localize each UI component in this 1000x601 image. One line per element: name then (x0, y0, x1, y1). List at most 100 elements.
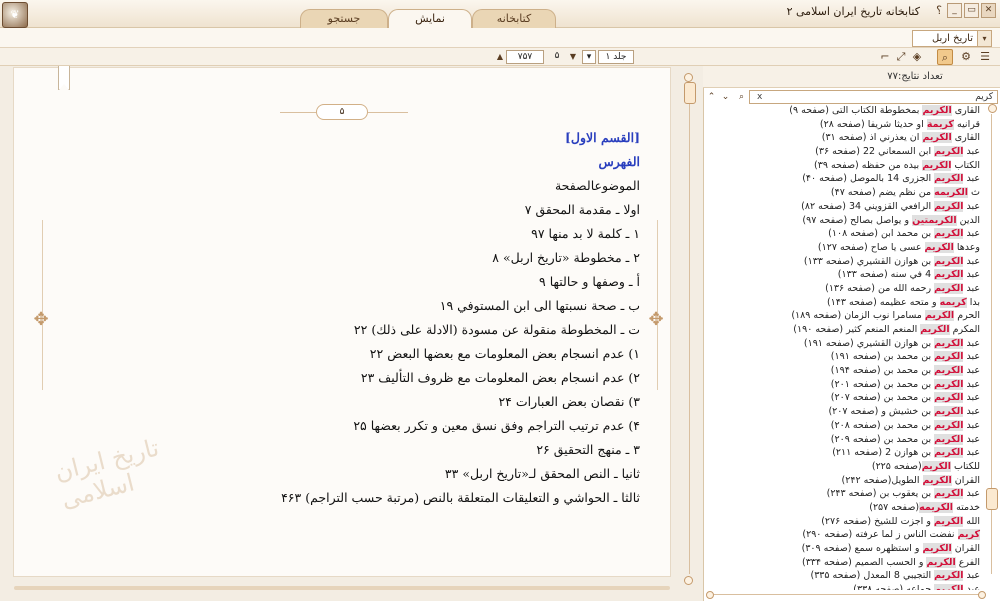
volume-select[interactable]: جلد ۱ (598, 50, 634, 64)
result-prefix: عبد (963, 488, 980, 500)
toc-line[interactable]: ۴) عدم ترتيب التراجم وفق نسق معين و تكرر… (220, 414, 640, 438)
result-item[interactable]: قرانيه كريمة او حديثا شريفا (صفحه ۲۸) (704, 118, 986, 132)
result-item[interactable]: عبد الكريم بن يعقوب بن (صفحه ۲۴۳) (704, 487, 986, 501)
result-highlight: الكريم (934, 255, 964, 267)
result-item[interactable]: عبد الكريم الجزرى 14 بالموصل (صفحه ۴۰) (704, 172, 986, 186)
result-item[interactable]: عبد الكريم بن محمد بن (صفحه ۱۹۴) (704, 364, 986, 378)
search-icon[interactable]: ⌕ (735, 90, 748, 104)
scroll-track[interactable] (714, 594, 980, 595)
result-item[interactable]: المكرم الكريم المنعم المنعم كثير (صفحه ۱… (704, 323, 986, 337)
result-item[interactable]: عبد الكريم بن خشيش و (صفحه ۲۰۷) (704, 405, 986, 419)
result-item[interactable]: عبد الكريم بن محمد ابن (صفحه ۱۰۸) (704, 227, 986, 241)
result-suffix: بن هوازن القشيري (صفحه ۱۹۱) (803, 337, 935, 349)
clear-icon[interactable]: x (757, 90, 767, 104)
result-prefix: عبد (963, 228, 980, 240)
horizontal-scrollbar[interactable] (14, 586, 670, 590)
result-item[interactable]: الدين الكريمتين و يواصل بصالح (صفحه ۹۷) (704, 214, 986, 228)
result-item[interactable]: عبد الكريم جماعه (صفحه ۳۳۸) (704, 583, 986, 590)
result-item[interactable]: عبد الكريم التجيبي 8 المعدل (صفحه ۳۳۵) (704, 569, 986, 583)
toc-line[interactable]: ثالثا ـ الحواشي و التعليقات المتعلقة بال… (220, 486, 640, 510)
search-icon[interactable]: ⌕ (937, 49, 953, 65)
chevron-down-icon[interactable]: ⌄ (719, 90, 732, 104)
result-item[interactable]: عبد الكريم بن محمد بن (صفحه ۲۰۹) (704, 433, 986, 447)
page-bookmark-icon[interactable] (58, 66, 70, 90)
result-suffix: بن محمد بن (صفحه ۲۰۷) (830, 392, 935, 404)
results-header: تعداد نتایج:۷۷ (703, 66, 1000, 88)
toc-line[interactable]: ۱) عدم انسجام بعض المعلومات مع بعضها الب… (220, 342, 640, 366)
result-item[interactable]: عبد الكريم بن محمد بن (صفحه ۲۰۸) (704, 419, 986, 433)
page-input[interactable]: ۵ (548, 50, 566, 64)
result-item[interactable]: وعدها الكريم عسى يا صاح (صفحه ۱۲۷) (704, 241, 986, 255)
toc-line[interactable]: ۲) عدم انسجام بعض المعلومات مع ظروف التأ… (220, 366, 640, 390)
tab-library[interactable]: کتابخانه (472, 9, 556, 28)
toc-line[interactable]: ۲ ـ مخطوطة «تاريخ اربل» ۸ (220, 246, 640, 270)
result-prefix: عبد (963, 584, 980, 590)
result-suffix: او حديثا شريفا (صفحه ۲۸) (819, 118, 927, 130)
result-item[interactable]: القران الكريم و استظهره سمع (صفحه ۳۰۹) (704, 542, 986, 556)
result-item[interactable]: القارى الكريم ان يعذرني اذ (صفحه ۳۱) (704, 131, 986, 145)
result-item[interactable]: عبد الكريم بن هوازن القشيري (صفحه ۱۹۱) (704, 337, 986, 351)
results-horizontal-scrollbar[interactable] (706, 591, 986, 599)
result-item[interactable]: عبد الكريم بن هوازن القشيري (صفحه ۱۳۳) (704, 255, 986, 269)
tab-search[interactable]: جستجو (300, 9, 388, 28)
toc-line[interactable]: ت ـ المخطوطة منقولة عن مسودة (الادلة على… (220, 318, 640, 342)
result-search-input[interactable]: کریم (749, 90, 998, 104)
result-item[interactable]: بدا كريمه و متحه عظيمه (صفحه ۱۴۳) (704, 296, 986, 310)
result-item[interactable]: عبد الكريم بن هوازن 2 (صفحه ۲۱۱) (704, 446, 986, 460)
result-item[interactable]: خدمته الكريمه(صفحه ۲۵۷) (704, 501, 986, 515)
result-prefix: عبد (963, 146, 980, 158)
result-item[interactable]: عبد الكريم ابن السمعاني 22 (صفحه ۳۶) (704, 145, 986, 159)
toc-line[interactable]: اولا ـ مقدمة المحقق ۷ (220, 198, 640, 222)
toc-line[interactable]: ۱ ـ كلمة لا بد منها ۹۷ (220, 222, 640, 246)
result-item[interactable]: ث الكريمه من نظم يضم (صفحه ۴۷) (704, 186, 986, 200)
close-button[interactable]: ✕ (981, 3, 996, 18)
result-item[interactable]: عبد الكريم بن محمد بن (صفحه ۲۰۱) (704, 378, 986, 392)
toc-line[interactable]: ب ـ صحة نسبتها الى ابن المستوفي ۱۹ (220, 294, 640, 318)
result-prefix: عبد (963, 447, 980, 459)
result-item[interactable]: عبد الكريم رحمه الله من (صفحه ۱۳۶) (704, 282, 986, 296)
result-item[interactable]: الله الكريم و اجزت للشيخ (صفحه ۲۷۶) (704, 515, 986, 529)
result-item[interactable]: الفرع الكريم و الحسب الصميم (صفحه ۳۳۴) (704, 556, 986, 570)
scroll-left-icon[interactable] (706, 591, 714, 599)
help-icon[interactable]: ؟ (936, 4, 942, 17)
scroll-right-icon[interactable] (978, 591, 986, 599)
scroll-track[interactable] (689, 104, 690, 574)
tab-view[interactable]: نمایش (388, 9, 472, 29)
scroll-down-icon[interactable] (684, 576, 693, 585)
result-suffix: و الحسب الصميم (صفحه ۳۳۴) (801, 556, 927, 568)
fullscreen-icon[interactable]: ⤢ (893, 49, 909, 65)
result-item[interactable]: عبد الكريم بن محمد بن (صفحه ۲۰۷) (704, 391, 986, 405)
toc-line[interactable]: ۳) نقصان بعض العبارات ۲۴ (220, 390, 640, 414)
scroll-thumb[interactable] (684, 82, 696, 104)
result-prefix: عبد (963, 255, 980, 267)
chevron-up-icon[interactable]: ⌃ (705, 90, 718, 104)
result-prefix: خدمته (953, 501, 980, 513)
chevron-down-icon[interactable]: ▾ (977, 31, 991, 46)
minimize-button[interactable]: _ (947, 3, 962, 18)
result-item[interactable]: الكتاب الكريم بيده من حفظه (صفحه ۳۹) (704, 159, 986, 173)
page-stepper-icon[interactable]: ▼ (565, 49, 581, 65)
result-highlight: الكريم (924, 310, 955, 322)
result-item[interactable]: كريم نفضت الناس ز لما عرفته (صفحه ۲۹۰) (704, 528, 986, 542)
result-prefix: عبد (963, 282, 980, 294)
book-icon[interactable]: ◈ (909, 49, 925, 65)
gear-icon[interactable]: ⚙ (958, 49, 974, 65)
result-item[interactable]: عبد الكريم 4 في سنه (صفحه ۱۳۳) (704, 268, 986, 282)
results-scroll-thumb[interactable] (986, 488, 998, 510)
result-item[interactable]: القران الكريم الطويل(صفحه ۲۴۲) (704, 474, 986, 488)
bookmark-icon[interactable]: ⌐ (877, 49, 893, 65)
result-item[interactable]: عبد الكريم بن محمد بن (صفحه ۱۹۱) (704, 350, 986, 364)
scroll-up-icon[interactable] (988, 104, 997, 113)
toc-line[interactable]: ثانيا ـ النص المحقق لـ«تاريخ اربل» ۳۳ (220, 462, 640, 486)
logo-icon: ❦ (2, 2, 28, 28)
volume-dropdown-button[interactable]: ▾ (582, 50, 596, 64)
toc-line[interactable]: أ ـ وصفها و حالتها ۹ (220, 270, 640, 294)
scroll-up-icon[interactable] (684, 73, 693, 82)
list-icon[interactable]: ☰ (977, 49, 993, 65)
result-item[interactable]: القارى الكريم بمخطوطة الكتاب التى (صفحه … (704, 104, 986, 118)
maximize-button[interactable]: ▭ (964, 3, 979, 18)
result-item[interactable]: الحرم الكريم مسامرا نوب الزمان (صفحه ۱۸۹… (704, 309, 986, 323)
result-item[interactable]: عبد الكريم الرافعي القزويني 34 (صفحه ۸۲) (704, 200, 986, 214)
result-item[interactable]: للكتاب الكريم(صفحه ۲۲۵) (704, 460, 986, 474)
toc-line[interactable]: ۳ ـ منهج التحقيق ۲۶ (220, 438, 640, 462)
